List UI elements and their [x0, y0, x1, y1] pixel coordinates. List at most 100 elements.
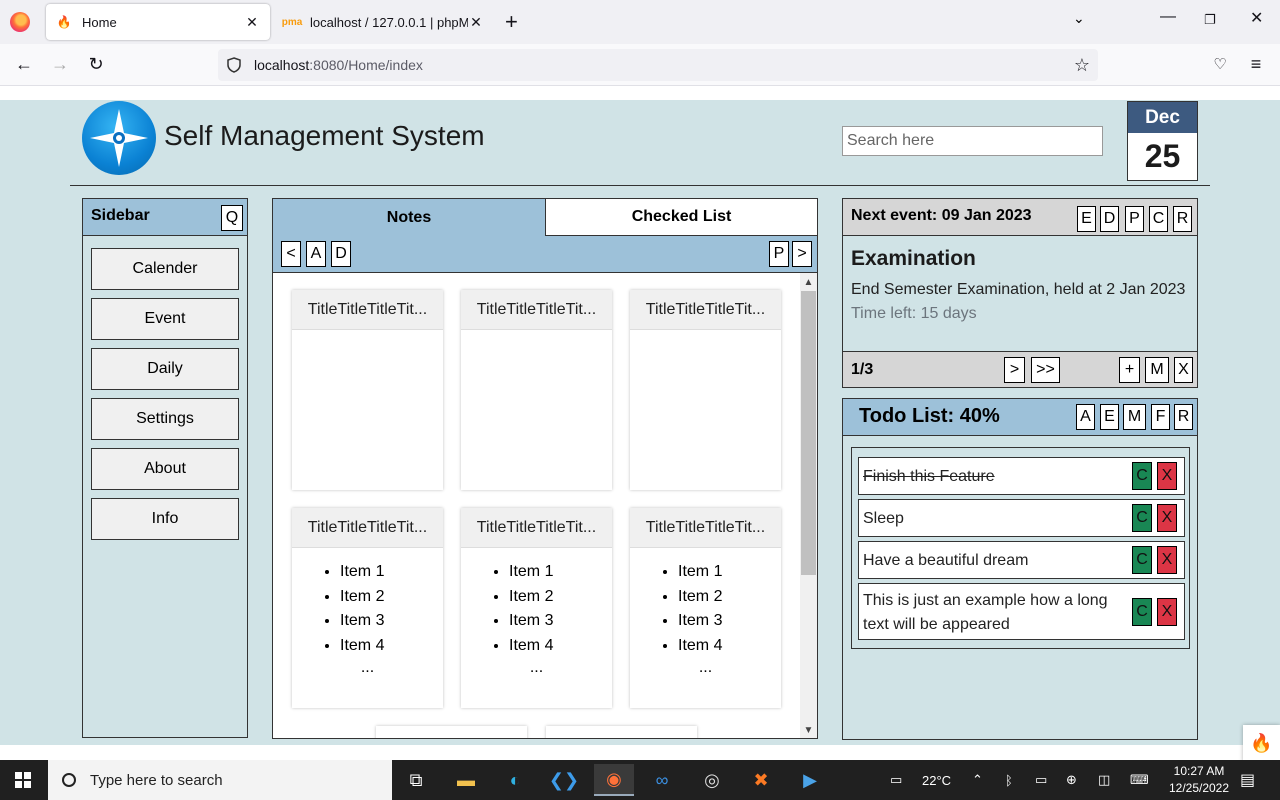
- todo-delete-button[interactable]: X: [1157, 504, 1177, 532]
- edge-icon[interactable]: ◐: [495, 764, 535, 796]
- event-edit-button[interactable]: E: [1077, 206, 1096, 232]
- note-list-item: Item 2: [340, 585, 443, 610]
- search-input[interactable]: [842, 126, 1103, 156]
- note-card[interactable]: TitleTitleTitleTit... Item 1 Item 2 Item…: [630, 508, 781, 708]
- notes-add-button[interactable]: A: [306, 241, 326, 267]
- tab-notes[interactable]: Notes: [273, 199, 545, 236]
- notes-prev-button[interactable]: <: [281, 241, 301, 267]
- notes-scrollbar[interactable]: ▲ ▼: [800, 273, 817, 738]
- sidebar-q-button[interactable]: Q: [221, 205, 243, 231]
- close-tab-icon[interactable]: ✕: [244, 14, 260, 31]
- menu-icon[interactable]: ≡: [1244, 52, 1268, 76]
- event-r-button[interactable]: R: [1173, 206, 1192, 232]
- url-text[interactable]: localhost:8080/Home/index: [254, 57, 423, 73]
- sidebar-item-info[interactable]: Info: [91, 498, 239, 540]
- vscode-icon[interactable]: ❮❯: [544, 764, 584, 796]
- todo-complete-button[interactable]: C: [1132, 598, 1152, 626]
- notes-p-button[interactable]: P: [769, 241, 789, 267]
- bookmark-star-icon[interactable]: ☆: [1074, 55, 1090, 76]
- todo-item[interactable]: This is just an example how a long text …: [858, 583, 1185, 640]
- note-title: TitleTitleTitleTit...: [630, 290, 781, 330]
- address-bar[interactable]: localhost:8080/Home/index ☆: [218, 49, 1098, 164]
- event-c-button[interactable]: C: [1149, 206, 1168, 232]
- close-window-icon[interactable]: ✕: [1250, 8, 1263, 28]
- firefox-taskbar-icon[interactable]: ◉: [594, 764, 634, 796]
- back-icon[interactable]: ←: [12, 52, 36, 76]
- scroll-down-icon[interactable]: ▼: [800, 722, 817, 738]
- note-card-partial[interactable]: [376, 726, 527, 738]
- close-tab-icon[interactable]: ✕: [468, 14, 484, 31]
- task-view-icon[interactable]: ⧉: [396, 764, 436, 796]
- volume-icon[interactable]: ◫: [1098, 760, 1110, 800]
- app-icon[interactable]: ∞: [642, 764, 682, 796]
- windows-start-icon[interactable]: [15, 772, 31, 788]
- sidebar-item-daily[interactable]: Daily: [91, 348, 239, 390]
- notes-next-button[interactable]: >: [792, 241, 812, 267]
- video-editor-icon[interactable]: ▶: [790, 764, 830, 796]
- sidebar-item-about[interactable]: About: [91, 448, 239, 490]
- event-next-button[interactable]: >: [1004, 357, 1025, 383]
- note-card-partial[interactable]: [546, 726, 697, 738]
- event-close-button[interactable]: X: [1174, 357, 1193, 383]
- tab-checked-list[interactable]: Checked List: [545, 199, 817, 236]
- xampp-icon[interactable]: ✖: [741, 764, 781, 796]
- keyboard-icon[interactable]: ⌨: [1130, 760, 1149, 800]
- pocket-icon[interactable]: ♡: [1208, 52, 1232, 76]
- event-m-button[interactable]: M: [1145, 357, 1169, 383]
- notes-delete-button[interactable]: D: [331, 241, 351, 267]
- restore-icon[interactable]: ❐: [1204, 12, 1216, 28]
- note-card[interactable]: TitleTitleTitleTit... Item 1 Item 2 Item…: [461, 508, 612, 708]
- forward-icon[interactable]: →: [48, 52, 72, 76]
- note-card[interactable]: TitleTitleTitleTit...: [292, 290, 443, 490]
- todo-item[interactable]: Finish this Feature C X: [858, 457, 1185, 495]
- todo-edit-button[interactable]: E: [1100, 404, 1119, 430]
- todo-item[interactable]: Have a beautiful dream C X: [858, 541, 1185, 579]
- note-card[interactable]: TitleTitleTitleTit...: [461, 290, 612, 490]
- event-add-button[interactable]: +: [1119, 357, 1140, 383]
- todo-f-button[interactable]: F: [1151, 404, 1170, 430]
- temperature[interactable]: 22°C: [922, 760, 951, 800]
- todo-complete-button[interactable]: C: [1132, 462, 1152, 490]
- taskbar-search[interactable]: Type here to search: [48, 760, 392, 800]
- bluetooth-icon[interactable]: ᛒ: [1005, 760, 1013, 800]
- todo-delete-button[interactable]: X: [1157, 546, 1177, 574]
- new-tab-icon[interactable]: +: [505, 9, 518, 35]
- notification-icon[interactable]: ▤: [1240, 770, 1255, 790]
- event-delete-button[interactable]: D: [1100, 206, 1119, 232]
- network-icon[interactable]: ⊕: [1066, 760, 1077, 800]
- todo-item[interactable]: Sleep C X: [858, 499, 1185, 537]
- browser-tab-home[interactable]: 🔥 Home ✕: [46, 4, 270, 40]
- weather-icon[interactable]: ▭: [890, 760, 902, 800]
- sidebar-item-calender[interactable]: Calender: [91, 248, 239, 290]
- file-explorer-icon[interactable]: ▬: [446, 764, 486, 796]
- todo-complete-button[interactable]: C: [1132, 504, 1152, 532]
- event-p-button[interactable]: P: [1125, 206, 1144, 232]
- chevron-down-icon[interactable]: ⌄: [1073, 10, 1085, 27]
- todo-r-button[interactable]: R: [1174, 404, 1193, 430]
- todo-delete-button[interactable]: X: [1157, 462, 1177, 490]
- sidebar-item-settings[interactable]: Settings: [91, 398, 239, 440]
- scroll-thumb[interactable]: [801, 291, 816, 575]
- minimize-icon[interactable]: —: [1160, 8, 1176, 26]
- media-icon[interactable]: ◎: [692, 764, 732, 796]
- taskbar-clock[interactable]: 10:27 AM 12/25/2022: [1160, 763, 1238, 797]
- battery-icon[interactable]: ▭: [1035, 760, 1047, 800]
- todo-title: Todo List: 40%: [859, 405, 1000, 427]
- flame-icon[interactable]: 🔥: [1243, 725, 1280, 762]
- event-last-button[interactable]: >>: [1031, 357, 1060, 383]
- todo-delete-button[interactable]: X: [1157, 598, 1177, 626]
- firefox-icon[interactable]: [10, 12, 30, 32]
- note-card[interactable]: TitleTitleTitleTit... Item 1 Item 2 Item…: [292, 508, 443, 708]
- reload-icon[interactable]: ↻: [84, 52, 108, 76]
- todo-m-button[interactable]: M: [1123, 404, 1146, 430]
- sidebar-item-event[interactable]: Event: [91, 298, 239, 340]
- chevron-up-icon[interactable]: ⌃: [972, 760, 983, 800]
- browser-tab-phpmyadmin[interactable]: pma localhost / 127.0.0.1 | phpMyAd ✕: [274, 4, 494, 40]
- note-list-item: Item 4: [340, 634, 443, 659]
- note-list-item: Item 2: [678, 585, 781, 610]
- note-card[interactable]: TitleTitleTitleTit...: [630, 290, 781, 490]
- todo-complete-button[interactable]: C: [1132, 546, 1152, 574]
- scroll-up-icon[interactable]: ▲: [800, 274, 817, 290]
- shield-icon[interactable]: [226, 57, 242, 73]
- todo-add-button[interactable]: A: [1076, 404, 1095, 430]
